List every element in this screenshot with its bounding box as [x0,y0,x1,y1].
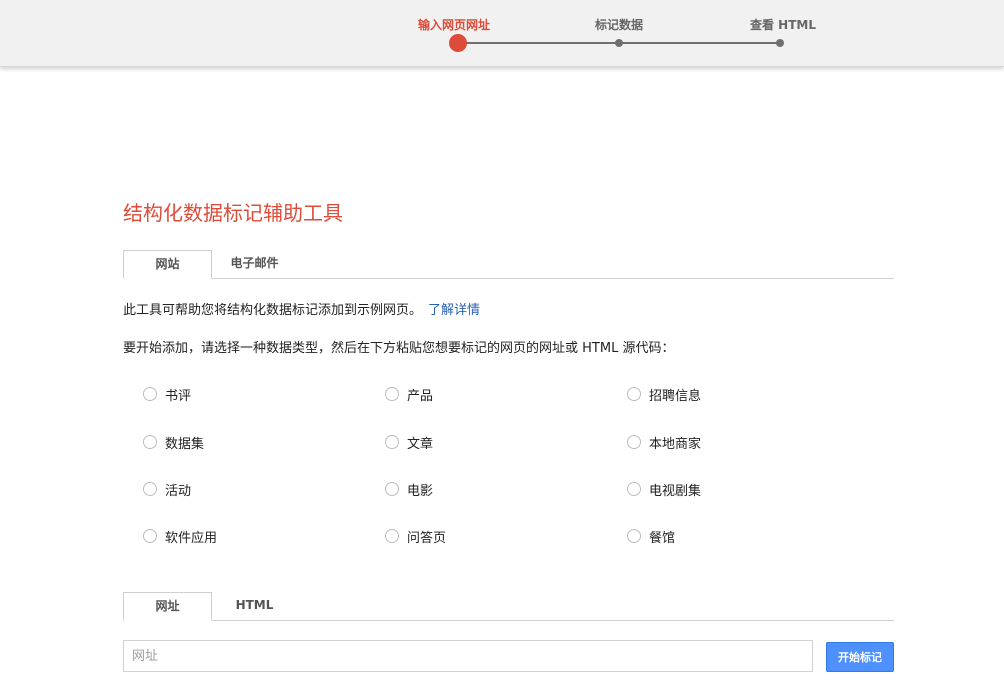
data-type-option-local-business[interactable]: 本地商家 [627,432,701,452]
data-type-option-tv-episode[interactable]: 电视剧集 [627,479,701,499]
data-type-label: 文章 [407,436,434,452]
tab-email[interactable]: 电子邮件 [212,250,297,277]
step-label-view-html: 查看 HTML [750,18,816,32]
intro-text: 此工具可帮助您将结构化数据标记添加到示例网页。 [123,303,423,318]
data-type-option-job-posting[interactable]: 招聘信息 [627,384,701,404]
data-type-option-software-app[interactable]: 软件应用 [143,526,217,546]
data-type-label: 电视剧集 [649,483,702,499]
radio-button[interactable] [143,435,157,449]
data-type-option-event[interactable]: 活动 [143,479,191,499]
data-type-label: 软件应用 [165,530,218,546]
data-type-label: 书评 [165,388,192,404]
intro-paragraph: 此工具可帮助您将结构化数据标记添加到示例网页。 了解详情 [123,299,480,318]
source-tabbar: 网站 电子邮件 [123,250,894,279]
radio-button[interactable] [143,529,157,543]
radio-button[interactable] [627,435,641,449]
data-type-label: 招聘信息 [649,388,702,404]
step-indicator-active [449,34,467,52]
url-input[interactable] [123,640,813,672]
data-type-option-restaurant[interactable]: 餐馆 [627,526,675,546]
learn-more-link[interactable]: 了解详情 [428,303,480,318]
instruction-text: 要开始添加，请选择一种数据类型，然后在下方粘贴您想要标记的网页的网址或 HTML… [123,341,675,356]
radio-button[interactable] [143,387,157,401]
page-title: 结构化数据标记辅助工具 [123,201,343,225]
radio-button[interactable] [385,387,399,401]
data-type-label: 产品 [407,388,434,404]
tab-url[interactable]: 网址 [123,592,212,621]
data-type-option-product[interactable]: 产品 [385,384,433,404]
radio-button[interactable] [385,435,399,449]
step-label-tag-data: 标记数据 [594,18,644,32]
radio-button[interactable] [143,482,157,496]
data-type-option-movie[interactable]: 电影 [385,479,433,499]
step-label-enter-url: 输入网页网址 [417,18,491,32]
radio-button[interactable] [627,482,641,496]
progress-stepper: 输入网页网址 标记数据 查看 HTML [0,0,1004,67]
input-tabbar: 网址 HTML [123,592,894,621]
data-type-label: 活动 [165,483,192,499]
radio-button[interactable] [385,482,399,496]
start-tagging-button[interactable]: 开始标记 [826,642,894,672]
radio-button[interactable] [385,529,399,543]
data-type-option-book-review[interactable]: 书评 [143,384,191,404]
data-type-label: 数据集 [165,436,205,452]
data-type-option-dataset[interactable]: 数据集 [143,432,204,452]
data-type-option-qa-page[interactable]: 问答页 [385,526,446,546]
tab-html[interactable]: HTML [212,592,297,619]
radio-button[interactable] [627,529,641,543]
tab-website[interactable]: 网站 [123,250,212,279]
data-type-option-article[interactable]: 文章 [385,432,433,452]
data-type-label: 本地商家 [649,436,702,452]
step-indicator-tag-data [615,39,623,47]
radio-button[interactable] [627,387,641,401]
data-type-label: 问答页 [407,530,447,546]
data-type-label: 餐馆 [649,530,676,546]
step-indicator-view-html [776,39,784,47]
data-type-label: 电影 [407,483,434,499]
